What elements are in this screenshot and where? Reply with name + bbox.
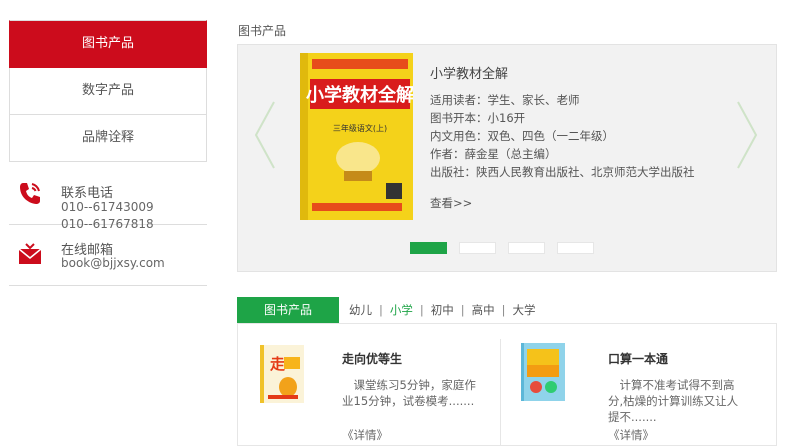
carousel-pagination (410, 239, 606, 258)
product-desc-2: 计算不准考试得不到高分,枯燥的计算训练又让人提不....... (608, 378, 739, 424)
book-meta-format: 图书开本：小16开 (430, 111, 526, 125)
email-address[interactable]: book@bjjxsy.com (61, 256, 165, 270)
carousel-dot-4[interactable] (557, 242, 594, 254)
product-divider (500, 339, 501, 446)
tab-primary[interactable]: 小学 (390, 303, 413, 317)
product-title-1[interactable]: 走向优等生 (342, 350, 402, 367)
tab-separator: | (460, 303, 465, 317)
nav-item-brand[interactable]: 品牌诠释 (9, 115, 207, 162)
book-cover-image[interactable]: 小学教材全解 三年级语文(上) (300, 53, 413, 220)
carousel-dot-3[interactable] (508, 242, 545, 254)
section-title: 图书产品 (238, 24, 287, 38)
nav-item-book-products[interactable]: 图书产品 (9, 20, 207, 68)
tab-separator: | (379, 303, 383, 317)
cover-title-text: 小学教材全解 (306, 84, 413, 106)
tab-separator: | (501, 303, 506, 317)
product-list: 走 走向优等生 课堂练习5分钟，家庭作业15分钟，试卷模考....... 《详情… (237, 323, 777, 446)
cover-subtitle-text: 三年级语文(上) (333, 123, 387, 133)
phone-icon (20, 183, 40, 204)
view-more-link[interactable]: 查看>> (430, 195, 472, 211)
contact-email: 在线邮箱 book@bjjxsy.com (9, 225, 207, 286)
svg-text:走: 走 (270, 355, 285, 373)
tab-university[interactable]: 大学 (513, 303, 536, 317)
book-title[interactable]: 小学教材全解 (430, 63, 508, 82)
chevron-left-icon[interactable] (252, 100, 278, 170)
phone-number-1: 010--61743009 (61, 200, 154, 214)
mail-icon (18, 243, 42, 264)
chevron-right-icon[interactable] (734, 100, 760, 170)
tab-preschool[interactable]: 幼儿 (349, 303, 372, 317)
tab-separator: | (419, 303, 424, 317)
book-meta-readers: 适用读者：学生、家长、老师 (430, 93, 580, 107)
book-meta-color: 内文用色：双色、四色（一二年级） (430, 129, 614, 143)
carousel-dot-1[interactable] (410, 242, 447, 254)
tab-book-products[interactable]: 图书产品 (237, 297, 339, 323)
tab-junior-high[interactable]: 初中 (431, 303, 454, 317)
product-cover-2[interactable] (521, 343, 565, 401)
product-title-2[interactable]: 口算一本通 (608, 350, 668, 367)
nav-item-digital-products[interactable]: 数字产品 (9, 68, 207, 115)
product-desc-1: 课堂练习5分钟，家庭作业15分钟，试卷模考....... (342, 378, 476, 408)
product-detail-link-1[interactable]: 《详情》 (342, 427, 388, 443)
phone-title: 联系电话 (61, 186, 114, 201)
book-meta-publisher: 出版社：陕西人民教育出版社、北京师范大学出版社 (430, 165, 695, 179)
tab-senior-high[interactable]: 高中 (472, 303, 495, 317)
sidebar: 图书产品 数字产品 品牌诠释 联系电话 010--61743009 010--6… (9, 20, 207, 286)
product-detail-link-2[interactable]: 《详情》 (608, 427, 654, 443)
book-meta-author: 作者：薛金星（总主编） (430, 147, 557, 161)
level-tabs: 幼儿 | 小学 | 初中 | 高中 | 大学 (349, 302, 536, 318)
book-carousel: 小学教材全解 三年级语文(上) 小学教材全解 适用读者：学生、家长、老师 图书开… (237, 44, 777, 272)
carousel-dot-2[interactable] (459, 242, 496, 254)
category-tabs: 图书产品 幼儿 | 小学 | 初中 | 高中 | 大学 (237, 297, 777, 324)
contact-phone: 联系电话 010--61743009 010--61767818 (9, 162, 207, 231)
product-cover-1[interactable]: 走 (260, 345, 304, 403)
